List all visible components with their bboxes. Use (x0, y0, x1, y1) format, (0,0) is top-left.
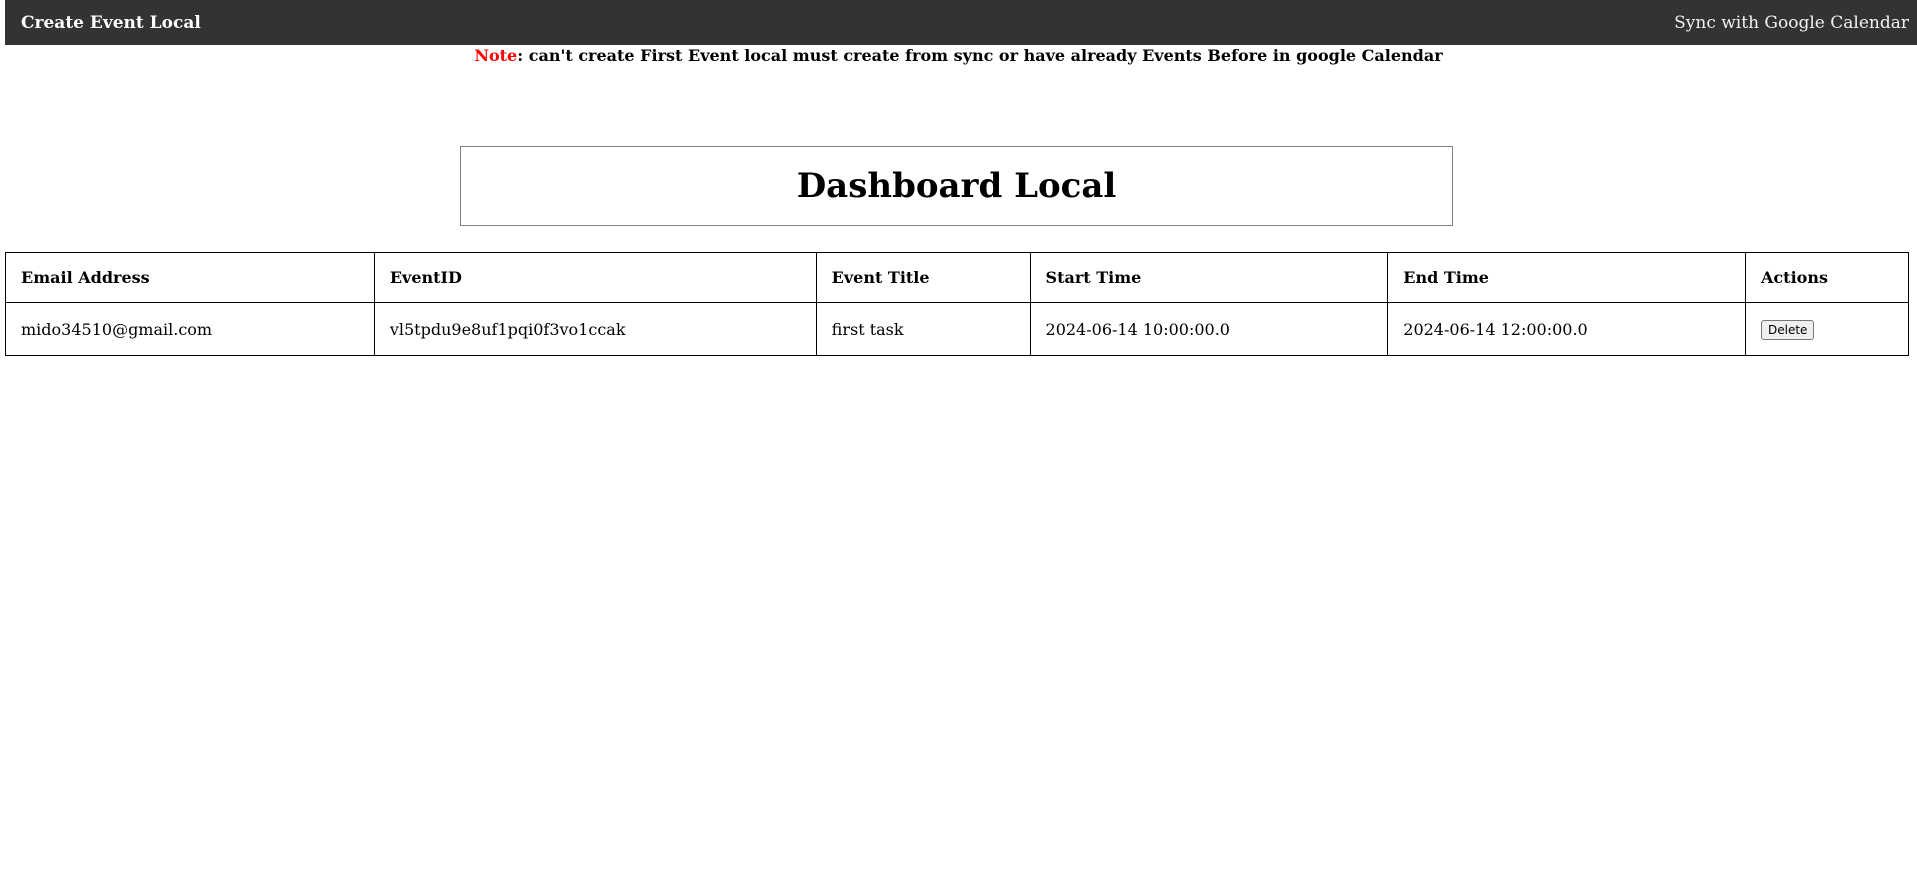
table-header-row: Email Address EventID Event Title Start … (5, 252, 1909, 303)
cell-start-time: 2024-06-14 10:00:00.0 (1029, 302, 1389, 356)
header-email-address: Email Address (5, 252, 375, 303)
sync-google-calendar-link[interactable]: Sync with Google Calendar (1674, 13, 1909, 33)
note-label: Note (474, 46, 518, 65)
cell-email: mido34510@gmail.com (5, 302, 375, 356)
table-row: mido34510@gmail.com vl5tpdu9e8uf1pqi0f3v… (5, 302, 1909, 356)
delete-button[interactable]: Delete (1761, 319, 1815, 340)
header-event-title: Event Title (815, 252, 1031, 303)
events-table: Email Address EventID Event Title Start … (5, 252, 1909, 356)
dashboard-title-box: Dashboard Local (460, 146, 1453, 226)
create-event-local-link[interactable]: Create Event Local (21, 13, 201, 33)
cell-end-time: 2024-06-14 12:00:00.0 (1387, 302, 1747, 356)
note-message: Note: can't create First Event local mus… (0, 45, 1917, 67)
cell-event-id: vl5tpdu9e8uf1pqi0f3vo1ccak (373, 302, 817, 356)
header-event-id: EventID (373, 252, 817, 303)
cell-actions: Delete (1745, 302, 1909, 356)
top-navbar: Create Event Local Sync with Google Cale… (5, 0, 1917, 45)
header-start-time: Start Time (1029, 252, 1389, 303)
note-text: : can't create First Event local must cr… (517, 46, 1443, 65)
page: Create Event Local Sync with Google Cale… (0, 0, 1917, 893)
header-end-time: End Time (1387, 252, 1747, 303)
page-title: Dashboard Local (796, 166, 1117, 206)
cell-event-title: first task (815, 302, 1031, 356)
header-actions: Actions (1745, 252, 1909, 303)
